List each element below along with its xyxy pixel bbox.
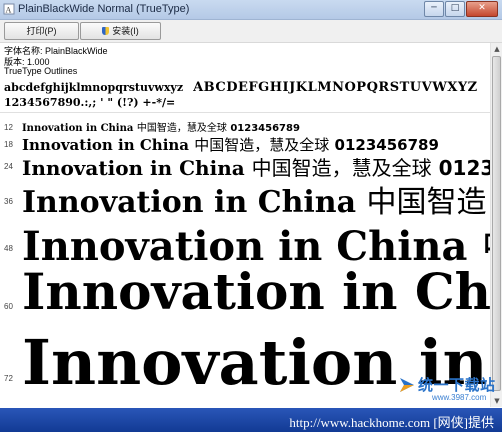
download-arrow-icon: [400, 378, 414, 392]
scroll-thumb[interactable]: [492, 56, 501, 391]
toolbar: 打印(P) 安装(I): [0, 20, 502, 43]
sample-text: Innovation in China 中国智造，慧及全球: [22, 223, 490, 268]
close-button[interactable]: ✕: [466, 1, 498, 17]
sample-text: Innovation in China 中国智造，慧及全球 0123456789: [22, 156, 490, 178]
watermark-url: www.3987.com: [432, 393, 487, 402]
scroll-down-arrow-icon[interactable]: ▼: [492, 396, 502, 406]
source-banner-text: http://www.hackhome.com [网侠]提供: [289, 415, 494, 430]
sample-size-label: 48: [4, 244, 13, 253]
sample-text: Innovation in China: [22, 262, 490, 321]
svg-text:A: A: [6, 6, 12, 15]
sample-row: 36 Innovation in China 中国智造，慧及全球: [0, 177, 490, 217]
font-file-icon: A: [3, 3, 15, 15]
sample-text: Innovation in China 中国智造，慧及全球 0123456789: [22, 123, 300, 134]
print-button-label: 打印(P): [26, 26, 57, 36]
sample-row: 24 Innovation in China 中国智造，慧及全球 0123456…: [0, 152, 490, 178]
watermark-brand: 统一下载站: [418, 376, 496, 394]
source-banner: http://www.hackhome.com [网侠]提供: [0, 408, 502, 432]
sample-size-label: 60: [4, 302, 13, 311]
window-controls: ─ □ ✕: [423, 1, 498, 17]
sample-text: Innovation in China 中国智造，慧及全球 0123456789: [22, 136, 439, 154]
watermark-logo: 统一下载站 www.3987.com: [398, 372, 495, 406]
scroll-up-arrow-icon[interactable]: ▲: [492, 44, 502, 54]
install-button[interactable]: 安装(I): [80, 22, 161, 40]
minimize-button[interactable]: ─: [424, 1, 444, 17]
sample-row: 18 Innovation in China 中国智造，慧及全球 0123456…: [0, 134, 490, 154]
divider: [0, 112, 502, 113]
sample-row: 48 Innovation in China 中国智造，慧及全球: [0, 214, 490, 268]
charset-uppercase: ABCDEFGHIJKLMNOPQRSTUVWXYZ: [193, 80, 478, 95]
charset-lowercase: abcdefghijklmnopqrstuvwxyz: [4, 81, 184, 94]
maximize-button[interactable]: □: [445, 1, 465, 17]
font-viewer-window: A PlainBlackWide Normal (TrueType) ─ □ ✕…: [0, 0, 502, 432]
install-button-label: 安装(I): [112, 26, 139, 36]
charset-digits-symbols: 1234567890.:,; ' " (!?) +-*/=: [4, 96, 176, 109]
charset-letters: abcdefghijklmnopqrstuvwxyz ABCDEFGHIJKLMN…: [4, 80, 478, 95]
sample-size-label: 12: [4, 123, 13, 132]
sample-row: 60 Innovation in China: [0, 262, 490, 330]
font-type-line: TrueType Outlines: [4, 66, 78, 76]
sample-size-label: 24: [4, 162, 13, 171]
sample-row: 12 Innovation in China 中国智造，慧及全球 0123456…: [0, 119, 490, 135]
window-title: PlainBlackWide Normal (TrueType): [18, 3, 190, 15]
sample-size-label: 72: [4, 374, 13, 383]
shield-icon: [102, 27, 110, 35]
vertical-scrollbar[interactable]: ▲ ▼: [490, 43, 502, 407]
sample-size-label: 18: [4, 140, 13, 149]
title-bar[interactable]: A PlainBlackWide Normal (TrueType) ─ □ ✕: [0, 0, 502, 20]
print-button[interactable]: 打印(P): [4, 22, 79, 40]
sample-size-label: 36: [4, 197, 13, 206]
sample-text: Innovation in China 中国智造，慧及全球: [22, 185, 490, 217]
